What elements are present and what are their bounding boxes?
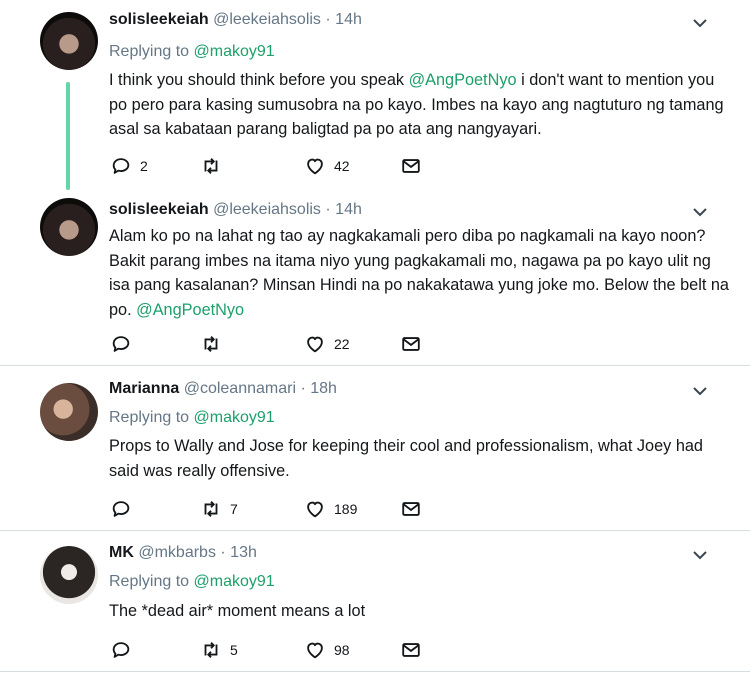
tweet-text: Alam ko po na lahat ng tao ay nagkakamal…: [109, 224, 729, 322]
tweet-2[interactable]: solisleekeiah @leekeiahsolis · 14h Alam …: [0, 190, 750, 365]
heart-icon: [307, 501, 323, 518]
like-button[interactable]: 42: [304, 154, 350, 178]
display-name[interactable]: Marianna: [109, 380, 179, 397]
display-name[interactable]: solisleekeiah: [109, 201, 209, 218]
heart-icon: [307, 642, 323, 659]
direct-message-button[interactable]: [400, 332, 422, 356]
tweet-4[interactable]: MK @mkbarbs · 13h Replying to @makoy91 T…: [0, 531, 750, 671]
timestamp[interactable]: · 14h: [325, 11, 361, 28]
reply-icon: [112, 501, 130, 517]
retweet-button[interactable]: [200, 154, 230, 178]
tweet-header: Marianna @coleannamari · 18h: [109, 380, 337, 398]
retweet-icon: [204, 642, 218, 658]
replying-to-label: Replying to: [109, 409, 190, 426]
like-count: 98: [334, 642, 350, 658]
retweet-button[interactable]: 7: [200, 497, 238, 521]
tweet-text-part: I think you should think before you spea…: [109, 71, 409, 89]
tweet-text: Props to Wally and Jose for keeping thei…: [109, 434, 729, 483]
display-name[interactable]: MK: [109, 544, 134, 561]
direct-message-button[interactable]: [400, 638, 422, 662]
mention-link[interactable]: @AngPoetNyo: [409, 71, 517, 89]
reply-icon: [112, 158, 130, 174]
tweet-1[interactable]: solisleekeiah @leekeiahsolis · 14h Reply…: [0, 0, 750, 190]
mention-link[interactable]: @makoy91: [194, 573, 275, 590]
avatar[interactable]: [40, 383, 98, 441]
retweet-count: 5: [230, 642, 238, 658]
timestamp[interactable]: · 14h: [325, 201, 361, 218]
retweet-icon: [204, 158, 218, 174]
reply-count: 2: [140, 158, 148, 174]
chevron-down-icon[interactable]: [690, 381, 710, 401]
avatar[interactable]: [40, 12, 98, 70]
avatar[interactable]: [40, 198, 98, 256]
timestamp[interactable]: · 18h: [300, 380, 336, 397]
timestamp[interactable]: · 13h: [220, 544, 256, 561]
retweet-button[interactable]: [200, 332, 230, 356]
reply-button[interactable]: [110, 638, 140, 662]
retweet-count: 7: [230, 501, 238, 517]
mention-link[interactable]: @makoy91: [194, 43, 275, 60]
direct-message-button[interactable]: [400, 497, 422, 521]
user-handle[interactable]: @leekeiahsolis: [213, 201, 321, 218]
tweet-actions: 7 189: [110, 497, 440, 521]
mail-icon: [402, 643, 420, 657]
direct-message-button[interactable]: [400, 154, 422, 178]
display-name[interactable]: solisleekeiah: [109, 11, 209, 28]
heart-icon: [307, 336, 323, 353]
mail-icon: [402, 502, 420, 516]
replying-to-label: Replying to: [109, 573, 190, 590]
tweet-text-part: The *dead air* moment means a lot: [109, 602, 366, 620]
retweet-icon: [204, 501, 218, 517]
tweet-actions: 5 98: [110, 638, 440, 662]
user-handle[interactable]: @coleannamari: [184, 380, 296, 397]
tweet-3[interactable]: Marianna @coleannamari · 18h Replying to…: [0, 366, 750, 530]
reply-icon: [112, 336, 130, 352]
replying-to: Replying to @makoy91: [109, 409, 275, 427]
tweet-actions: 22: [110, 332, 440, 356]
thread-line: [66, 82, 70, 190]
like-button[interactable]: 189: [304, 497, 357, 521]
chevron-down-icon[interactable]: [690, 13, 710, 33]
tweet-text: The *dead air* moment means a lot: [109, 599, 729, 624]
mention-link[interactable]: @makoy91: [194, 409, 275, 426]
avatar[interactable]: [40, 546, 98, 604]
replying-to-label: Replying to: [109, 43, 190, 60]
like-button[interactable]: 98: [304, 638, 350, 662]
replying-to: Replying to @makoy91: [109, 573, 275, 591]
chevron-down-icon[interactable]: [690, 545, 710, 565]
reply-button[interactable]: 2: [110, 154, 148, 178]
tweet-divider: [0, 671, 750, 672]
like-button[interactable]: 22: [304, 332, 350, 356]
reply-icon: [112, 642, 130, 658]
reply-button[interactable]: [110, 332, 140, 356]
tweet-text-part: Props to Wally and Jose for keeping thei…: [109, 437, 703, 480]
tweet-text: I think you should think before you spea…: [109, 68, 729, 142]
user-handle[interactable]: @mkbarbs: [138, 544, 216, 561]
mention-link[interactable]: @AngPoetNyo: [136, 301, 244, 319]
reply-button[interactable]: [110, 497, 140, 521]
chevron-down-icon[interactable]: [690, 202, 710, 222]
like-count: 22: [334, 336, 350, 352]
mail-icon: [402, 337, 420, 351]
tweet-header: MK @mkbarbs · 13h: [109, 544, 257, 562]
heart-icon: [307, 158, 323, 175]
retweet-icon: [204, 336, 218, 352]
retweet-button[interactable]: 5: [200, 638, 238, 662]
mail-icon: [402, 159, 420, 173]
tweet-header: solisleekeiah @leekeiahsolis · 14h: [109, 201, 362, 219]
user-handle[interactable]: @leekeiahsolis: [213, 11, 321, 28]
tweet-header: solisleekeiah @leekeiahsolis · 14h: [109, 11, 362, 29]
replying-to: Replying to @makoy91: [109, 43, 275, 61]
like-count: 42: [334, 158, 350, 174]
like-count: 189: [334, 501, 358, 517]
tweet-actions: 2 42: [110, 154, 440, 178]
